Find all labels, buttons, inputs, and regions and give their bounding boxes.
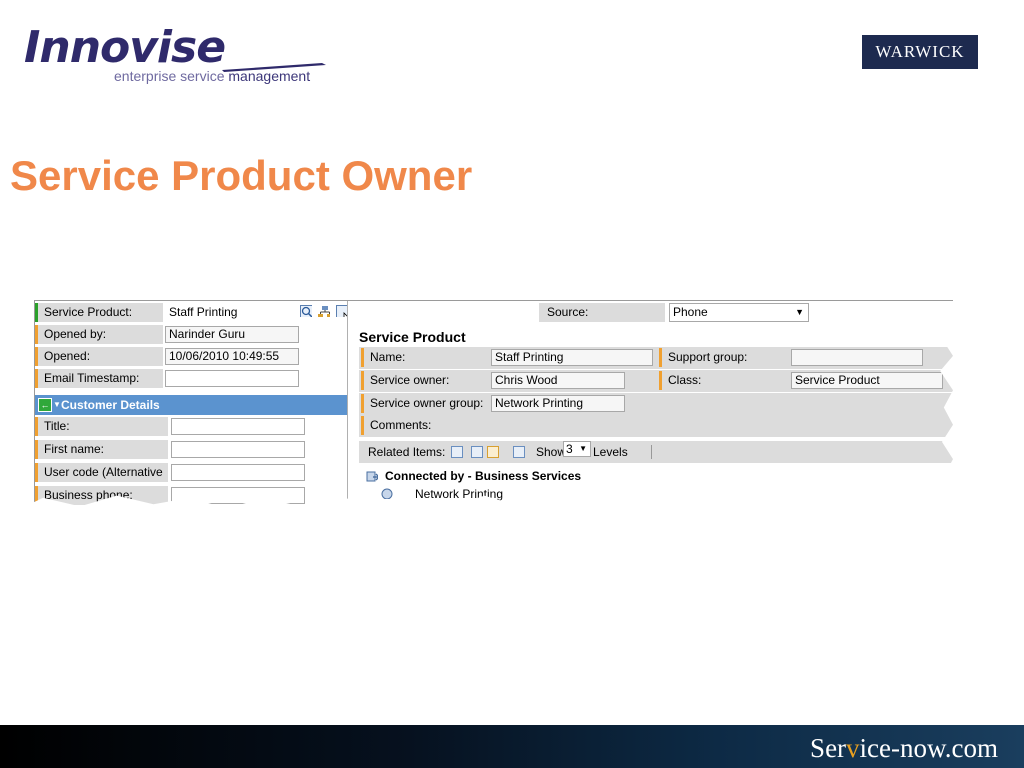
- slide-title: Service Product Owner: [10, 152, 473, 199]
- footer-brand-pre: Ser: [810, 733, 847, 763]
- class-field[interactable]: Service Product: [791, 372, 943, 389]
- network-printing-node[interactable]: Network Printing: [415, 487, 503, 501]
- related-items-toolbar: Related Items: Show 3 ▼ Levels: [359, 441, 953, 463]
- logo-tagline-bold: management: [228, 68, 311, 84]
- service-product-heading: Service Product: [359, 329, 466, 345]
- first-name-label: First name:: [35, 440, 168, 459]
- user-code-field[interactable]: [171, 464, 305, 481]
- connected-by-node[interactable]: Connected by - Business Services: [385, 469, 581, 483]
- footer-bar: Service-now.com: [0, 725, 1024, 768]
- panel-divider: [347, 301, 348, 509]
- first-name-field[interactable]: [171, 441, 305, 458]
- expand-icon[interactable]: ←: [38, 398, 52, 412]
- footer-brand-post: ice-now.com: [859, 733, 998, 763]
- user-code-label: User code (Alternative 1):: [35, 463, 168, 498]
- panel-view-icon[interactable]: [513, 446, 525, 458]
- levels-label: Levels: [593, 445, 628, 459]
- business-phone-field[interactable]: [171, 487, 305, 504]
- opened-by-field[interactable]: Narinder Guru: [165, 326, 299, 343]
- opened-field[interactable]: 10/06/2010 10:49:55: [165, 348, 299, 365]
- footer-brand-v: v: [846, 733, 860, 763]
- chevron-down-icon[interactable]: ▼: [579, 442, 587, 456]
- service-owner-group-label: Service owner group:: [361, 394, 487, 413]
- source-select[interactable]: Phone ▼: [669, 303, 809, 322]
- warwick-logo: WARWICK: [862, 35, 978, 69]
- service-owner-group-field[interactable]: Network Printing: [491, 395, 625, 412]
- customer-details-title: Customer Details: [61, 398, 160, 412]
- logo-tagline: enterprise service management: [114, 68, 310, 84]
- support-group-label: Support group:: [659, 348, 785, 367]
- related-items-label: Related Items:: [368, 445, 446, 459]
- hierarchy-view-icon[interactable]: [487, 446, 499, 458]
- service-desk-screenshot: Service Product: Staff Printing Opened b…: [34, 300, 953, 509]
- comments-label: Comments:: [361, 416, 561, 435]
- list-view-icon[interactable]: [451, 446, 463, 458]
- email-timestamp-field[interactable]: [165, 370, 299, 387]
- name-label: Name:: [361, 348, 487, 367]
- logo-wordmark: Innovise: [24, 22, 226, 73]
- title-label: Title:: [35, 417, 168, 436]
- service-product-label: Service Product:: [35, 303, 163, 322]
- innovise-logo: Innovise enterprise service management: [22, 22, 332, 92]
- service-node-icon: [381, 488, 393, 499]
- service-owner-label: Service owner:: [361, 371, 487, 390]
- source-value: Phone: [673, 305, 708, 319]
- business-phone-label: Business phone:: [35, 486, 168, 505]
- email-timestamp-label: Email Timestamp:: [35, 369, 163, 388]
- search-icon[interactable]: [300, 305, 312, 317]
- service-now-brand: Service-now.com: [810, 733, 998, 764]
- tree-view-icon[interactable]: [471, 446, 483, 458]
- name-field[interactable]: Staff Printing: [491, 349, 653, 366]
- hierarchy-icon[interactable]: [318, 305, 330, 317]
- show-label: Show: [536, 445, 567, 459]
- logo-tagline-plain: enterprise service: [114, 68, 225, 84]
- toolbar-divider: [651, 445, 652, 459]
- connection-icon: [366, 471, 378, 482]
- chevron-down-icon[interactable]: ▼: [53, 395, 61, 415]
- service-owner-field[interactable]: Chris Wood: [491, 372, 625, 389]
- opened-by-label: Opened by:: [35, 325, 163, 344]
- support-group-field[interactable]: [791, 349, 923, 366]
- source-label: Source:: [547, 305, 589, 319]
- class-label: Class:: [659, 371, 785, 390]
- levels-select[interactable]: 3 ▼: [563, 441, 591, 457]
- levels-value: 3: [566, 442, 573, 456]
- title-field[interactable]: [171, 418, 305, 435]
- opened-label: Opened:: [35, 347, 163, 366]
- service-product-field[interactable]: Staff Printing: [165, 304, 295, 321]
- chevron-down-icon[interactable]: ▼: [795, 304, 804, 321]
- customer-details-bar[interactable]: ← ▼ Customer Details: [35, 395, 347, 415]
